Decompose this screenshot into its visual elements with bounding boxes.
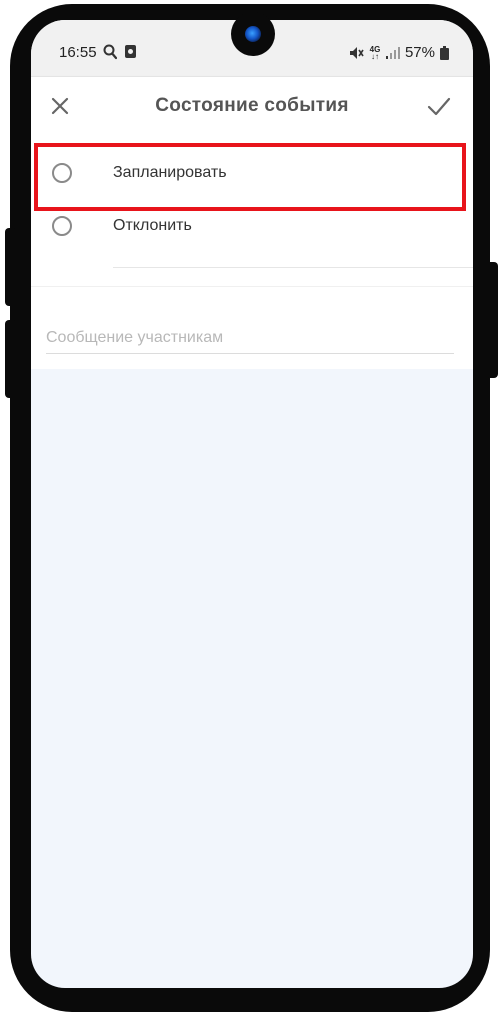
option-label: Отклонить <box>113 217 192 234</box>
highlight-box <box>34 143 466 211</box>
front-camera <box>231 12 275 56</box>
battery-icon <box>440 45 449 60</box>
app-bar: Состояние события <box>31 76 473 133</box>
search-icon <box>103 44 117 60</box>
volume-down-button <box>5 320 17 398</box>
battery-percent: 57% <box>404 44 435 61</box>
page-title: Состояние события <box>155 95 349 116</box>
status-right-group: 4G ↓↑ 57% <box>349 44 449 61</box>
mute-icon <box>349 46 364 59</box>
divider <box>31 286 473 287</box>
4g-icon: 4G ↓↑ <box>369 44 381 61</box>
power-button <box>486 262 498 378</box>
status-time: 16:55 <box>59 44 97 61</box>
notification-icon <box>125 45 136 58</box>
network-label: 4G <box>369 44 381 54</box>
radio-button[interactable] <box>52 216 72 236</box>
check-icon[interactable] <box>426 95 452 117</box>
message-input[interactable] <box>46 323 454 354</box>
signal-icon <box>385 46 400 59</box>
volume-up-button <box>5 228 17 306</box>
divider <box>113 267 473 268</box>
